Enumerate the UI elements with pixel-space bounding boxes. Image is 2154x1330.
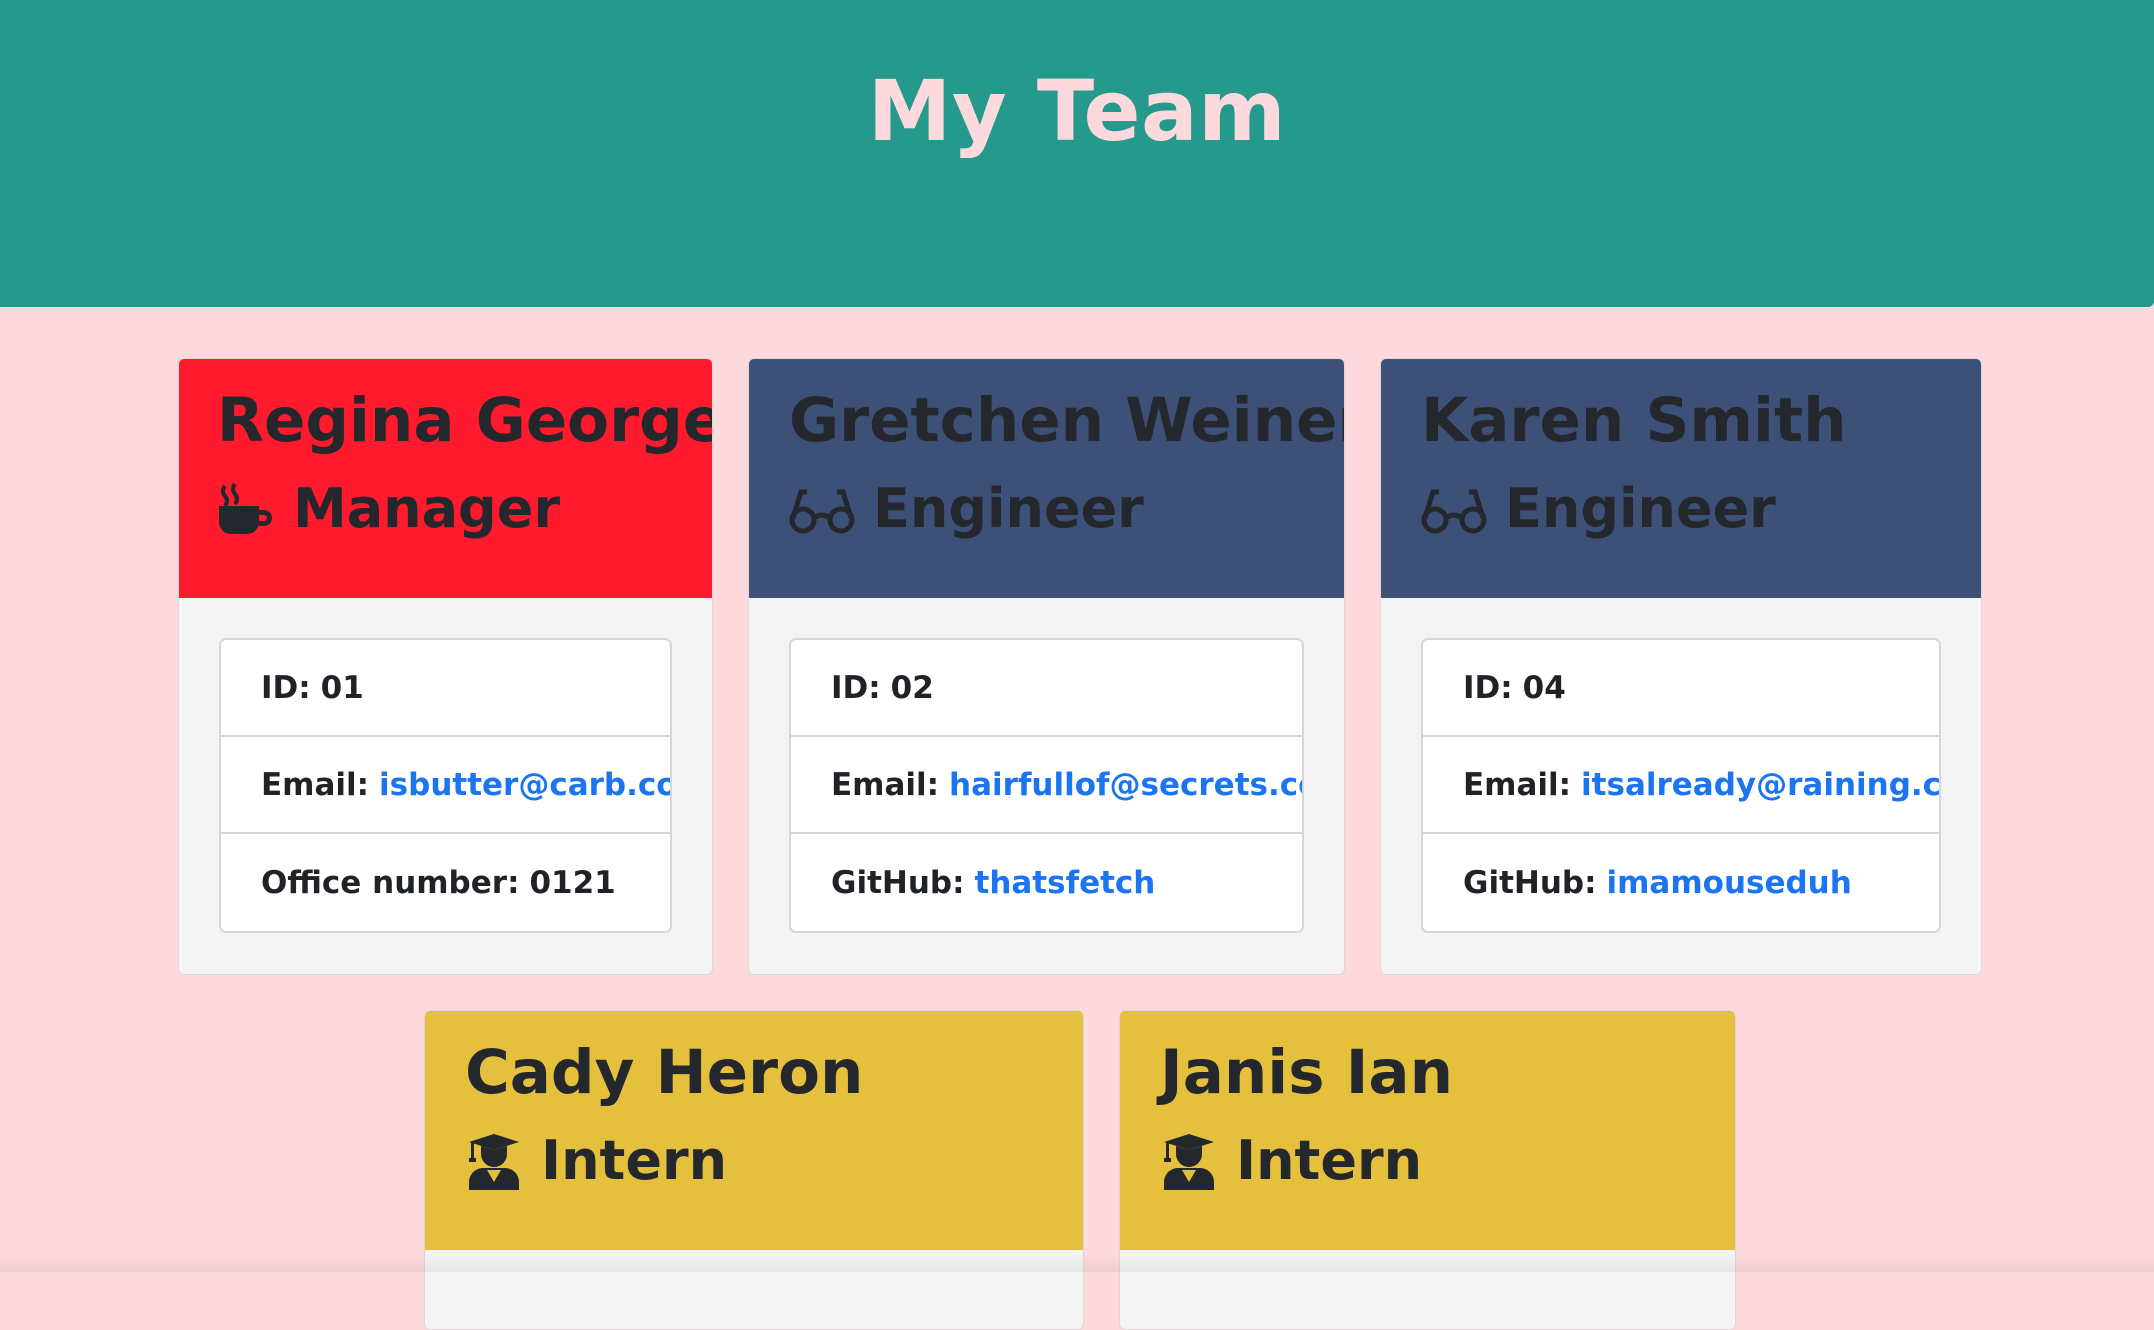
id-item: ID: 02 <box>791 640 1302 737</box>
page-title: My Team <box>0 62 2154 160</box>
employee-name: Regina George <box>217 385 713 456</box>
card-header: Janis Ian Intern <box>1120 1011 1735 1250</box>
github-item: GitHub: imamouseduh <box>1423 834 1939 931</box>
role-label: Intern <box>1236 1129 1422 1192</box>
graduate-icon <box>1160 1132 1218 1190</box>
coffee-icon <box>217 480 275 538</box>
role-label: Intern <box>541 1129 727 1192</box>
card-header: Karen Smith Engineer <box>1381 359 1981 598</box>
employee-card-karen-smith: Karen Smith Engineer ID: 04 Email: itsal… <box>1380 358 1982 975</box>
email-label: Email: <box>831 767 939 803</box>
id-value: 02 <box>891 670 934 706</box>
glasses-icon <box>1421 480 1487 538</box>
employee-card-janis-ian: Janis Ian Intern <box>1119 1010 1736 1330</box>
graduate-icon <box>465 1132 523 1190</box>
role-label: Engineer <box>1505 477 1776 540</box>
employee-card-cady-heron: Cady Heron Intern <box>424 1010 1084 1330</box>
details-list: ID: 04 Email: itsalready@raining.com Git… <box>1421 638 1941 933</box>
employee-card-gretchen-weiners: Gretchen Weiners Engineer ID: 02 Email: … <box>748 358 1345 975</box>
employee-role: Intern <box>465 1129 727 1192</box>
email-link[interactable]: hairfullof@secrets.com <box>949 767 1304 803</box>
role-label: Engineer <box>873 477 1144 540</box>
header-banner: My Team <box>0 0 2154 307</box>
email-item: Email: isbutter@carb.com <box>221 737 670 834</box>
details-list: ID: 02 Email: hairfullof@secrets.com Git… <box>789 638 1304 933</box>
role-label: Manager <box>293 477 560 540</box>
github-link[interactable]: imamouseduh <box>1607 865 1852 901</box>
employee-name: Janis Ian <box>1160 1037 1453 1108</box>
details-list: ID: 01 Email: isbutter@carb.com Office n… <box>219 638 672 933</box>
id-item: ID: 01 <box>221 640 670 737</box>
id-value: 01 <box>321 670 364 706</box>
github-link[interactable]: thatsfetch <box>975 865 1156 901</box>
employee-role: Manager <box>217 477 560 540</box>
employee-name: Gretchen Weiners <box>789 385 1345 456</box>
card-header: Regina George Manager <box>179 359 712 598</box>
email-item: Email: hairfullof@secrets.com <box>791 737 1302 834</box>
github-label: GitHub: <box>831 865 965 901</box>
id-label: ID: <box>261 670 311 706</box>
employee-card-regina-george: Regina George Manager ID: 01 Email: isbu… <box>178 358 713 975</box>
id-label: ID: <box>831 670 881 706</box>
id-value: 04 <box>1523 670 1566 706</box>
office-number-item: Office number: 0121 <box>221 834 670 931</box>
email-item: Email: itsalready@raining.com <box>1423 737 1939 834</box>
employee-role: Engineer <box>1421 477 1776 540</box>
github-label: GitHub: <box>1463 865 1597 901</box>
email-link[interactable]: isbutter@carb.com <box>379 767 672 803</box>
id-item: ID: 04 <box>1423 640 1939 737</box>
office-number-value: 0121 <box>529 865 615 901</box>
card-header: Gretchen Weiners Engineer <box>749 359 1344 598</box>
employee-role: Engineer <box>789 477 1144 540</box>
office-number-label: Office number: <box>261 865 519 901</box>
id-label: ID: <box>1463 670 1513 706</box>
employee-role: Intern <box>1160 1129 1422 1192</box>
card-header: Cady Heron Intern <box>425 1011 1083 1250</box>
employee-name: Cady Heron <box>465 1037 863 1108</box>
employee-name: Karen Smith <box>1421 385 1847 456</box>
email-label: Email: <box>261 767 369 803</box>
viewport-bottom-shadow <box>0 1254 2154 1272</box>
github-item: GitHub: thatsfetch <box>791 834 1302 931</box>
email-link[interactable]: itsalready@raining.com <box>1581 767 1941 803</box>
glasses-icon <box>789 480 855 538</box>
email-label: Email: <box>1463 767 1571 803</box>
